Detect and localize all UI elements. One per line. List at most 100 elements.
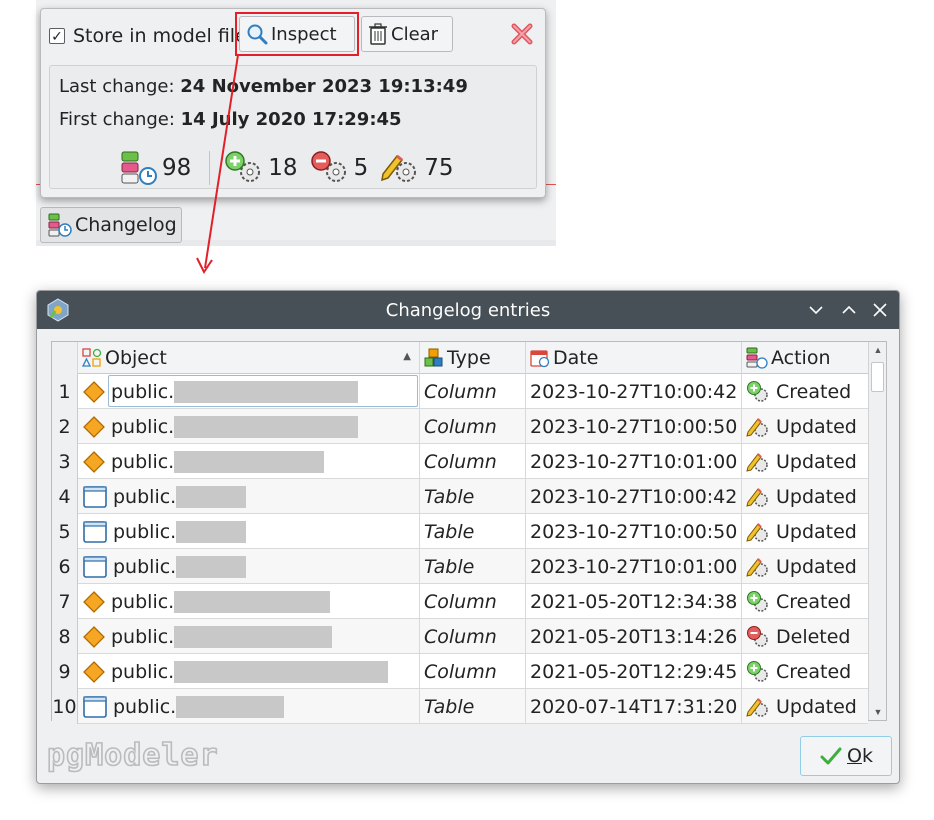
row-number: 5 bbox=[52, 514, 78, 549]
checkmark-icon bbox=[820, 747, 842, 765]
table-row[interactable]: 8 public. Column 2021-05-20T13:14:26 Deleted bbox=[52, 619, 868, 654]
type-cell[interactable]: Column bbox=[420, 374, 526, 409]
table-row[interactable]: 9 public. Column 2021-05-20T12:29:45 Created bbox=[52, 654, 868, 689]
date-cell[interactable]: 2021-05-20T12:29:45 bbox=[526, 654, 742, 689]
row-number: 2 bbox=[52, 409, 78, 444]
type-cell[interactable]: Table bbox=[420, 549, 526, 584]
table-row[interactable]: 10 public. Table 2020-07-14T17:31:20 Updated bbox=[52, 689, 868, 724]
updated-action-icon bbox=[746, 452, 768, 472]
object-name: public. bbox=[111, 415, 175, 438]
column-header-action[interactable]: Action bbox=[742, 342, 868, 374]
type-cell[interactable]: Column bbox=[420, 654, 526, 689]
ok-rest: k bbox=[861, 745, 873, 767]
date-cell[interactable]: 2020-07-14T17:31:20 bbox=[526, 689, 742, 724]
date-cell[interactable]: 2023-10-27T10:00:42 bbox=[526, 479, 742, 514]
column-header-object[interactable]: Object ▲ bbox=[78, 342, 420, 374]
object-cell[interactable]: public. bbox=[78, 479, 420, 514]
ok-button[interactable]: Ok bbox=[800, 736, 892, 776]
type-cell[interactable]: Column bbox=[420, 409, 526, 444]
object-cell[interactable]: public. bbox=[78, 654, 420, 689]
current-cell-focus bbox=[108, 375, 418, 407]
action-cell[interactable]: Updated bbox=[742, 479, 868, 514]
created-action-icon bbox=[747, 590, 768, 612]
table-row[interactable]: 7 public. Column 2021-05-20T12:34:38 Created bbox=[52, 584, 868, 619]
type-cell[interactable]: Column bbox=[420, 444, 526, 479]
type-cell[interactable]: Table bbox=[420, 689, 526, 724]
column-header-type[interactable]: Type bbox=[420, 342, 526, 374]
object-cell[interactable]: public. bbox=[78, 584, 420, 619]
action-cell[interactable]: Created bbox=[742, 654, 868, 689]
object-cell[interactable]: public. bbox=[78, 689, 420, 724]
date-cell[interactable]: 2021-05-20T13:14:26 bbox=[526, 619, 742, 654]
table-object-icon bbox=[83, 695, 107, 718]
minimize-icon[interactable] bbox=[805, 299, 827, 321]
table-row[interactable]: 5 public. Table 2023-10-27T10:00:50 Updated bbox=[52, 514, 868, 549]
action-cell[interactable]: Updated bbox=[742, 409, 868, 444]
date-cell[interactable]: 2023-10-27T10:00:42 bbox=[526, 374, 742, 409]
updated-action-icon bbox=[746, 487, 768, 507]
row-number: 4 bbox=[52, 479, 78, 514]
object-name: public. bbox=[113, 520, 177, 543]
action-cell[interactable]: Updated bbox=[742, 689, 868, 724]
scrollbar-thumb[interactable] bbox=[871, 362, 884, 392]
object-cell[interactable]: public. bbox=[78, 549, 420, 584]
object-name: public. bbox=[111, 450, 175, 473]
vertical-scrollbar[interactable]: ▲ ▼ bbox=[868, 342, 886, 720]
redacted-name bbox=[176, 485, 247, 508]
dialog-titlebar: Changelog entries bbox=[37, 291, 899, 329]
object-cell[interactable]: public. bbox=[78, 514, 420, 549]
action-cell[interactable]: Updated bbox=[742, 549, 868, 584]
date-cell[interactable]: 2023-10-27T10:00:50 bbox=[526, 409, 742, 444]
column-object-icon bbox=[83, 590, 105, 613]
object-name: public. bbox=[113, 695, 177, 718]
action-cell[interactable]: Updated bbox=[742, 514, 868, 549]
action-cell[interactable]: Deleted bbox=[742, 619, 868, 654]
table-row[interactable]: 2 public. Column 2023-10-27T10:00:50 Updated bbox=[52, 409, 868, 444]
table-row[interactable]: 4 public. Table 2023-10-27T10:00:42 Updated bbox=[52, 479, 868, 514]
maximize-icon[interactable] bbox=[838, 299, 860, 321]
type-icon bbox=[424, 348, 443, 367]
action-label: Created bbox=[776, 590, 852, 613]
action-label: Created bbox=[776, 660, 852, 683]
action-cell[interactable]: Created bbox=[742, 584, 868, 619]
action-icon bbox=[746, 347, 768, 369]
table-object-icon bbox=[83, 485, 107, 508]
object-header-label: Object bbox=[105, 347, 167, 369]
table-row[interactable]: 3 public. Column 2023-10-27T10:01:00 Updated bbox=[52, 444, 868, 479]
close-window-icon[interactable] bbox=[869, 299, 891, 321]
column-object-icon bbox=[83, 380, 105, 403]
redacted-name bbox=[174, 450, 325, 473]
type-cell[interactable]: Column bbox=[420, 619, 526, 654]
object-cell[interactable]: public. bbox=[78, 444, 420, 479]
row-number: 9 bbox=[52, 654, 78, 689]
date-cell[interactable]: 2023-10-27T10:00:50 bbox=[526, 514, 742, 549]
logo-text: pgModeler bbox=[47, 738, 219, 773]
row-number: 8 bbox=[52, 619, 78, 654]
type-cell[interactable]: Table bbox=[420, 479, 526, 514]
table-object-icon bbox=[83, 520, 107, 543]
column-object-icon bbox=[83, 660, 105, 683]
row-number: 1 bbox=[52, 374, 78, 409]
action-label: Updated bbox=[776, 520, 857, 543]
date-cell[interactable]: 2023-10-27T10:01:00 bbox=[526, 549, 742, 584]
scroll-up-icon[interactable]: ▲ bbox=[869, 342, 887, 358]
object-name: public. bbox=[111, 660, 175, 683]
object-name: public. bbox=[113, 555, 177, 578]
action-label: Deleted bbox=[776, 625, 851, 648]
action-cell[interactable]: Created bbox=[742, 374, 868, 409]
object-cell[interactable]: public. bbox=[78, 409, 420, 444]
redacted-name bbox=[176, 695, 285, 718]
column-header-date[interactable]: Date bbox=[526, 342, 742, 374]
table-object-icon bbox=[83, 555, 107, 578]
table-row[interactable]: 6 public. Table 2023-10-27T10:01:00 Updated bbox=[52, 549, 868, 584]
action-cell[interactable]: Updated bbox=[742, 444, 868, 479]
date-cell[interactable]: 2023-10-27T10:01:00 bbox=[526, 444, 742, 479]
type-cell[interactable]: Column bbox=[420, 584, 526, 619]
type-cell[interactable]: Table bbox=[420, 514, 526, 549]
scroll-down-icon[interactable]: ▼ bbox=[869, 704, 887, 720]
pgmodeler-logo: pgModeler bbox=[46, 737, 219, 774]
date-cell[interactable]: 2021-05-20T12:34:38 bbox=[526, 584, 742, 619]
object-cell[interactable]: public. bbox=[78, 619, 420, 654]
sort-ascending-icon: ▲ bbox=[403, 351, 411, 362]
updated-action-icon bbox=[746, 557, 768, 577]
